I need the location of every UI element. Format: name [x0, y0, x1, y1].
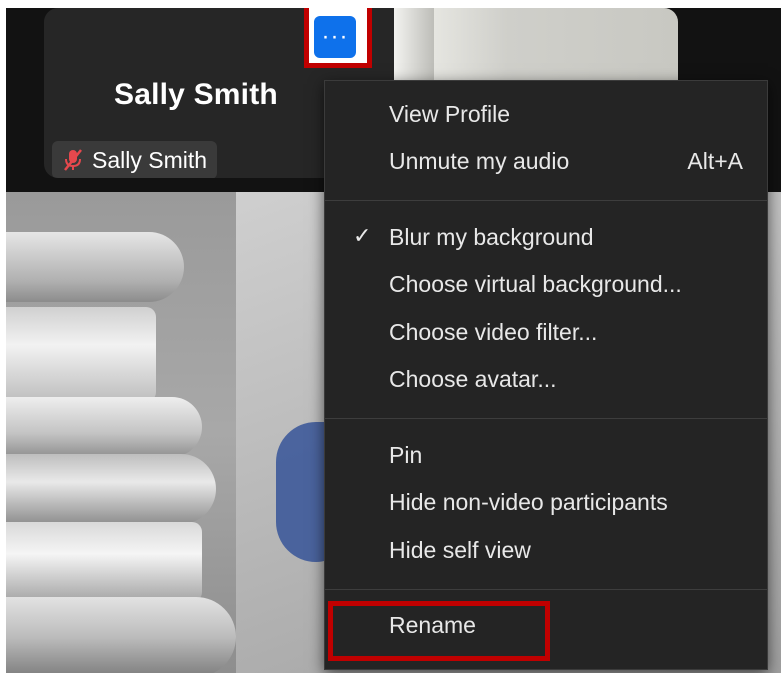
menu-item-label: Choose avatar...: [389, 366, 557, 392]
menu-divider: [325, 418, 767, 419]
menu-item-label: Unmute my audio: [389, 148, 570, 174]
menu-item-pin[interactable]: Pin: [325, 433, 767, 477]
participant-name-badge: Sally Smith: [52, 141, 218, 178]
menu-divider: [325, 588, 767, 590]
menu-item-label: Choose virtual background...: [389, 271, 682, 297]
menu-item-label: Blur my background: [389, 223, 594, 250]
menu-item-hide-self-view[interactable]: Hide self view: [325, 528, 767, 572]
more-options-button[interactable]: ···: [314, 16, 356, 58]
video-towel: [6, 232, 184, 302]
menu-item-choose-video-filter[interactable]: Choose video filter...: [325, 310, 767, 354]
menu-item-choose-avatar[interactable]: Choose avatar...: [325, 358, 767, 402]
meeting-screen: Sally Smith Sally Smith ··· View Profile…: [6, 8, 781, 673]
menu-divider: [325, 200, 767, 201]
participant-display-name: Sally Smith: [114, 78, 278, 111]
participant-context-menu: View Profile Unmute my audio Alt+A ✓ Blur my…: [324, 80, 768, 670]
menu-item-label: Hide non-video participants: [389, 489, 668, 515]
video-towel: [6, 597, 236, 673]
muted-mic-icon: [60, 147, 86, 173]
video-towel: [6, 397, 202, 457]
menu-item-label: Hide self view: [389, 536, 531, 563]
checkmark-icon: ✓: [353, 223, 372, 248]
menu-item-view-profile[interactable]: View Profile: [325, 92, 767, 136]
menu-item-label: Choose video filter...: [389, 318, 598, 345]
video-towel: [6, 307, 156, 402]
menu-item-hide-non-video-participants[interactable]: Hide non-video participants: [325, 481, 767, 525]
menu-item-blur-my-background[interactable]: ✓ Blur my background: [325, 215, 767, 259]
video-towel: [6, 522, 202, 602]
more-dots-icon: ···: [321, 23, 349, 50]
rename-highlight: [328, 601, 550, 661]
menu-item-label: View Profile: [389, 100, 511, 127]
menu-item-shortcut: Alt+A: [687, 148, 743, 174]
video-towel: [6, 454, 216, 524]
participant-badge-label: Sally Smith: [92, 146, 208, 173]
menu-item-label: Pin: [389, 441, 423, 468]
menu-item-unmute-my-audio[interactable]: Unmute my audio Alt+A: [325, 140, 767, 184]
menu-item-choose-virtual-background[interactable]: Choose virtual background...: [325, 263, 767, 307]
